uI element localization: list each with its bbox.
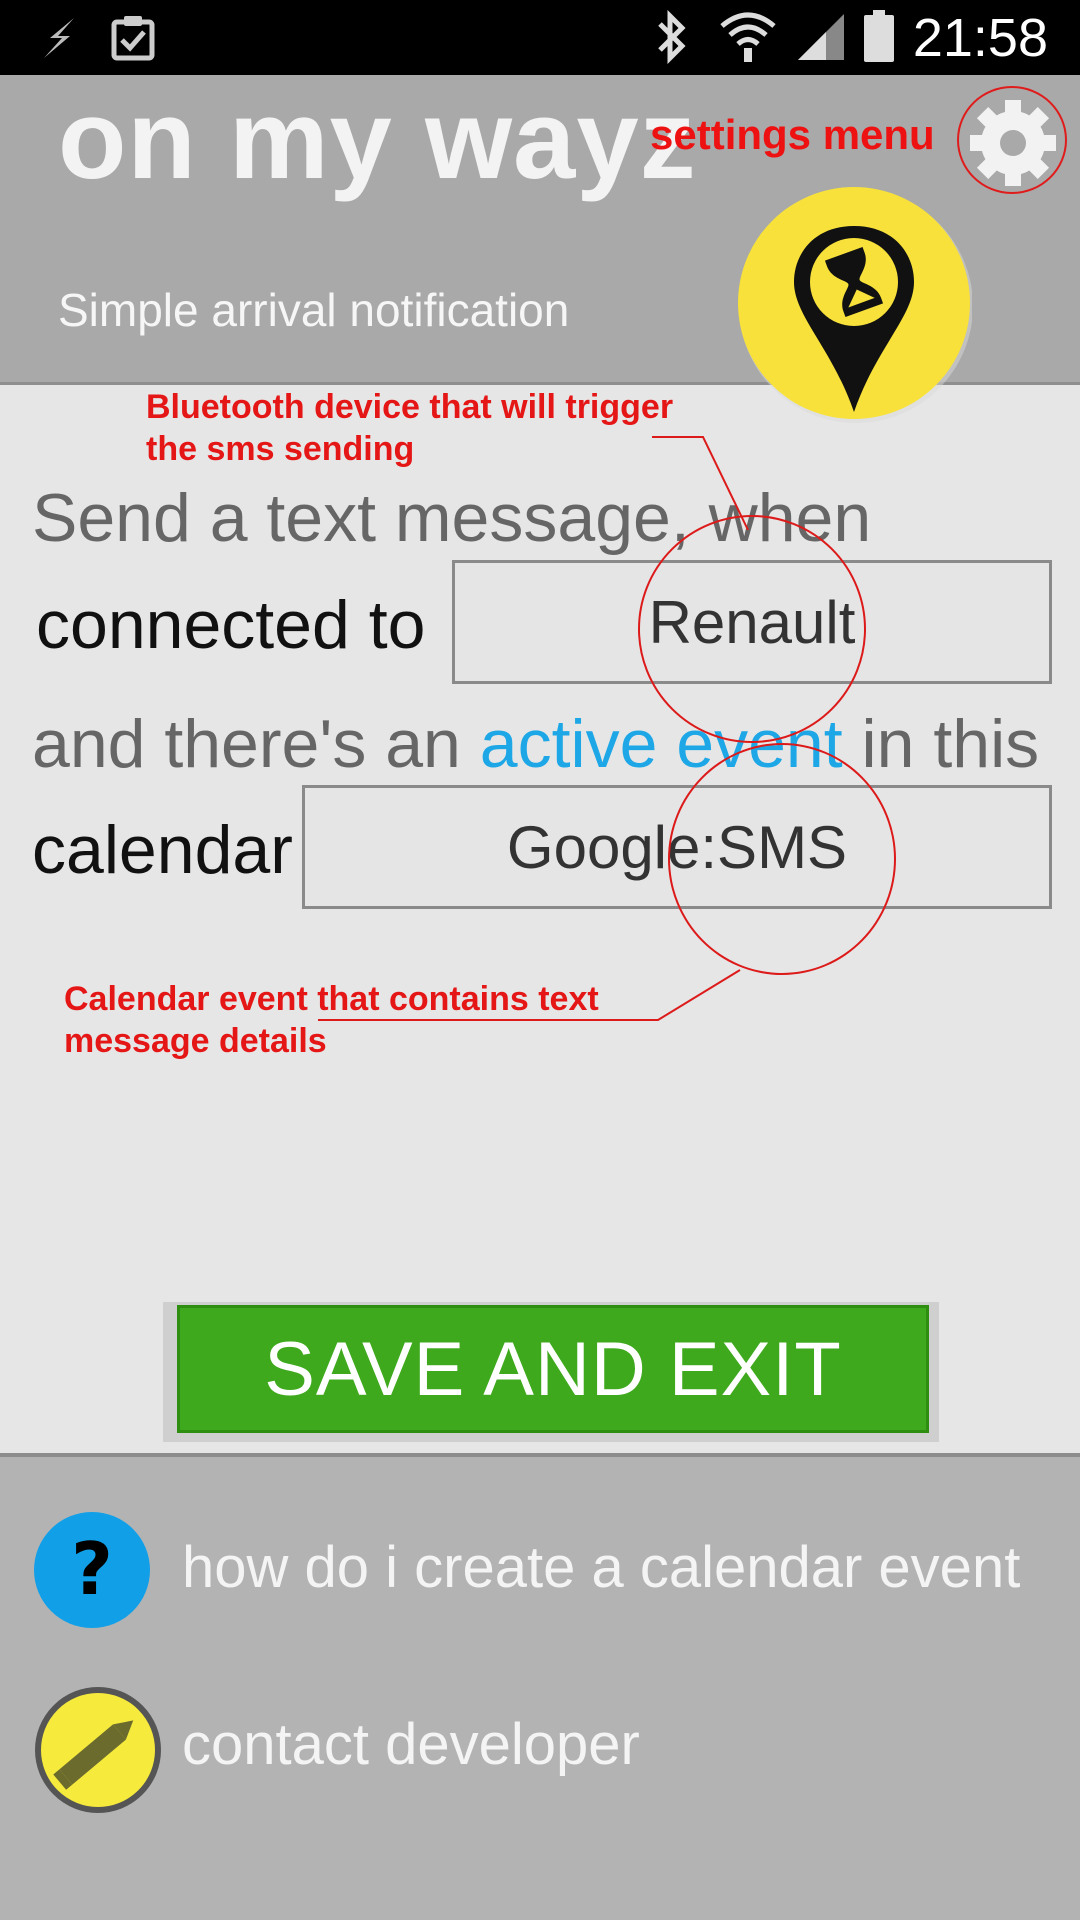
clipboard-check-icon xyxy=(111,16,155,61)
clock: 21:58 xyxy=(912,8,1048,68)
signal-icon xyxy=(798,14,844,60)
calendar-label: calendar xyxy=(32,812,293,888)
settings-annotation-circle xyxy=(957,86,1067,194)
pencil-icon[interactable] xyxy=(34,1686,162,1814)
calendar-annotation: Calendar event that contains text messag… xyxy=(64,980,599,1060)
app-title: on my wayz xyxy=(58,77,697,202)
wifi-icon xyxy=(720,12,776,62)
hourglass-pin-logo-icon xyxy=(738,187,972,423)
contact-developer-link[interactable]: contact developer xyxy=(182,1710,640,1780)
status-bar: 21:58 xyxy=(0,0,1080,75)
question-mark-icon[interactable]: ? xyxy=(32,1510,152,1630)
bluetooth-annotation: Bluetooth device that will trigger the s… xyxy=(146,388,674,468)
settings-annotation: settings menu xyxy=(650,111,935,158)
app-subtitle: Simple arrival notification xyxy=(58,284,570,336)
save-and-exit-button[interactable]: SAVE AND EXIT xyxy=(177,1305,929,1433)
battery-icon xyxy=(864,10,894,62)
bluetooth-icon xyxy=(658,10,686,64)
calendar-annotation-circle xyxy=(668,743,896,975)
connected-to-label: connected to xyxy=(36,587,426,663)
bluetooth-annotation-circle xyxy=(638,515,866,743)
bottom-panel xyxy=(0,1453,1080,1920)
svg-text:?: ? xyxy=(71,1527,113,1611)
help-calendar-event-link[interactable]: how do i create a calendar event xyxy=(182,1533,1020,1603)
sentence-line-2: and there's an active event in this xyxy=(32,706,1040,782)
flash-icon xyxy=(44,18,74,58)
